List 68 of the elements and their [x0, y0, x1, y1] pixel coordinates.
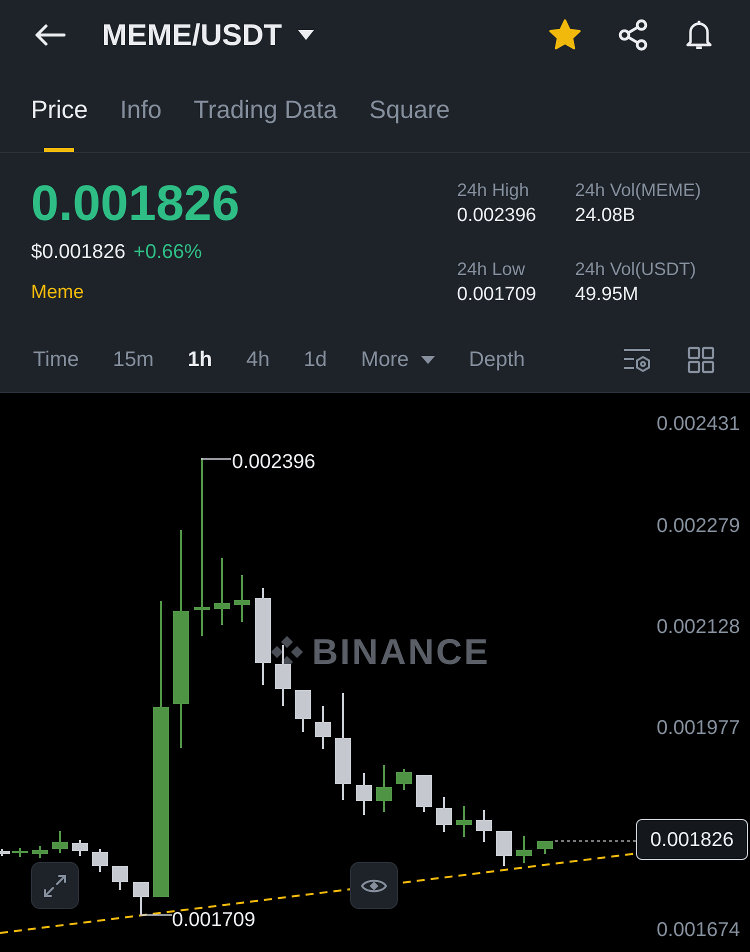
fullscreen-button[interactable]	[31, 862, 79, 909]
stat-value: 0.002396	[457, 205, 538, 227]
stat-label: 24h High	[457, 179, 530, 202]
candle	[537, 841, 553, 854]
stat-value: 0.001709	[457, 284, 538, 306]
tab-indicator	[44, 148, 74, 152]
candle	[12, 848, 28, 857]
candle	[295, 690, 311, 732]
axis-label: 0.002431	[656, 412, 740, 436]
caret-icon	[420, 356, 435, 364]
interval-option[interactable]: 1d	[304, 344, 327, 376]
leader-line	[201, 458, 231, 460]
more-dropdown[interactable]: More	[360, 344, 435, 376]
candle	[356, 773, 372, 815]
watermark-text: BINANCE	[312, 630, 490, 674]
tab[interactable]: Info	[120, 70, 162, 152]
expand-icon	[43, 874, 67, 898]
high-price-label: 0.002396	[232, 450, 316, 475]
interval-option[interactable]: 1h	[188, 344, 212, 376]
share-icon	[616, 18, 650, 52]
candle	[133, 882, 149, 915]
candle	[456, 806, 472, 837]
grid-icon	[687, 346, 715, 374]
axis-label: 0.001674	[656, 918, 740, 942]
candle	[436, 797, 452, 832]
axis-label: 0.001977	[656, 716, 740, 740]
candle	[214, 558, 230, 625]
candle	[0, 849, 10, 856]
leader-line	[140, 896, 172, 916]
interval-option[interactable]: 4h	[246, 344, 270, 376]
visibility-button[interactable]	[350, 862, 398, 909]
interval-option[interactable]: Time	[33, 344, 79, 376]
usd-price: $0.001826	[31, 240, 126, 265]
interval-option[interactable]: 15m	[112, 344, 154, 376]
stat-label: 24h Vol(USDT)	[575, 258, 698, 281]
category-tag[interactable]: Meme	[31, 279, 240, 308]
stat-value: 24.08B	[575, 205, 636, 227]
stat-value: 49.95M	[575, 284, 640, 306]
star-icon	[548, 19, 582, 51]
candle	[32, 846, 48, 858]
candle	[496, 831, 512, 866]
candle	[112, 866, 128, 890]
low-price-label: 0.001709	[172, 908, 256, 933]
candle	[52, 831, 68, 853]
candle	[92, 849, 108, 872]
back-arrow-icon	[34, 23, 66, 47]
candle	[476, 810, 492, 842]
candle	[516, 836, 532, 863]
candle	[275, 645, 291, 706]
price-change: +0.66%	[134, 240, 202, 265]
axis-label: 0.002128	[656, 615, 740, 639]
pair-selector[interactable]: MEME/USDT	[102, 12, 314, 58]
tab[interactable]: Price	[31, 70, 88, 152]
candle	[315, 706, 331, 749]
interval-option[interactable]: Depth	[468, 344, 525, 376]
caret-icon	[298, 30, 314, 40]
candle	[234, 575, 250, 622]
candle	[416, 775, 432, 812]
axis-label: 0.002279	[656, 514, 740, 538]
stat-label: 24h Vol(MEME)	[575, 179, 702, 202]
candle	[396, 769, 412, 790]
last-price-tag: 0.001826	[636, 819, 748, 860]
tab[interactable]: Square	[369, 70, 450, 152]
tab[interactable]: Trading Data	[194, 70, 338, 152]
last-price: 0.001826	[31, 175, 240, 231]
candle	[72, 840, 88, 856]
candle	[376, 765, 392, 812]
stat-label: 24h Low	[457, 258, 526, 281]
